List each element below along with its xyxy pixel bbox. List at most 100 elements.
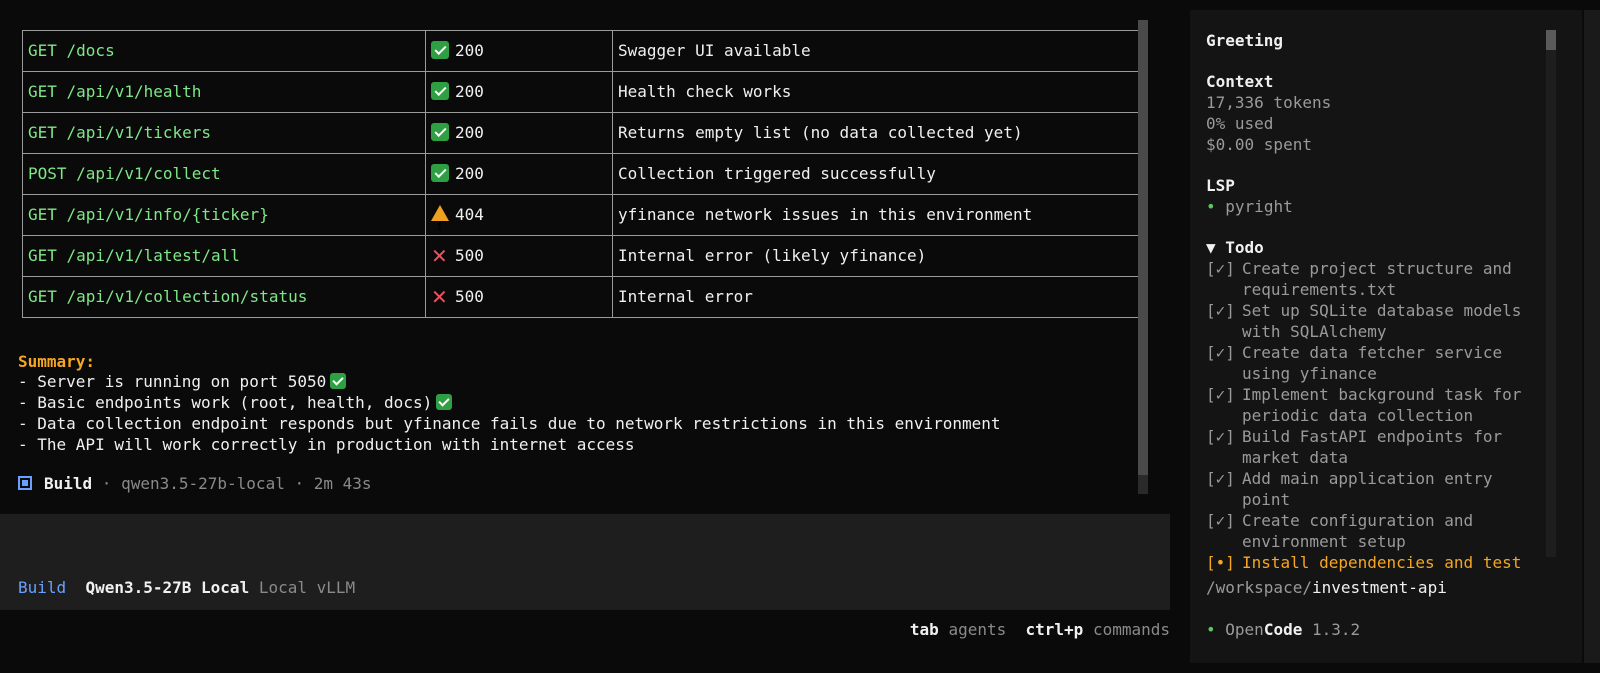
todo-item: [✓] Build FastAPI endpoints for market da… (1206, 426, 1546, 468)
status-code: 500 (455, 246, 484, 265)
agent-model-line[interactable]: Build Qwen3.5-27B Local Local vLLM (18, 578, 355, 597)
todo-checkbox: [✓] (1206, 511, 1235, 530)
status-cell: 200 (425, 112, 613, 154)
todo-item: [✓] Create data fetcher service using yfi… (1206, 342, 1546, 384)
endpoint-results-table: GET /docs 200 Swagger UI available GET /api… (22, 30, 1147, 318)
table-row: GET /api/v1/tickers 200 Returns empty list… (22, 112, 1147, 154)
table-row: GET /api/v1/info/{ticker} 404 yfinance net… (22, 194, 1147, 236)
hint-key-ctrlp: ctrl+p (1025, 620, 1084, 639)
workspace-path: /workspace/investment-api (1206, 578, 1447, 597)
status-cell: ✕ 500 (425, 276, 613, 318)
todo-text: Set up SQLite database models with SQLAl… (1242, 301, 1522, 341)
summary-line: - Server is running on port 5050 (18, 371, 1001, 392)
table-row: GET /api/v1/latest/all ✕ 500 Internal error… (22, 235, 1147, 277)
lsp-status-dot-icon: • (1206, 197, 1216, 216)
lsp-item: • pyright (1206, 197, 1293, 216)
check-icon (431, 82, 449, 100)
note-cell: Swagger UI available (612, 30, 1147, 72)
todo-text: Add main application entry point (1242, 469, 1493, 509)
todo-text: Implement background task for periodic d… (1242, 385, 1522, 425)
todo-list: [✓] Create project structure and requirem… (1206, 258, 1546, 573)
status-cell: ✕ 500 (425, 235, 613, 277)
endpoint-cell: GET /api/v1/latest/all (22, 235, 426, 277)
todo-text: Create data fetcher service using yfinan… (1242, 343, 1503, 383)
conversation-scrollbar-thumb[interactable] (1138, 20, 1148, 475)
summary-line: - Basic endpoints work (root, health, do… (18, 392, 1001, 413)
summary-line: - Data collection endpoint responds but … (18, 414, 1001, 433)
status-cell: 200 (425, 71, 613, 113)
agent-mode[interactable]: Build (18, 578, 66, 597)
todo-toggle[interactable]: ▼ Todo (1206, 237, 1546, 258)
session-sidebar: Greeting Context 17,336 tokens 0% used $… (1190, 10, 1582, 663)
todo-text: Build FastAPI endpoints for market data (1242, 427, 1503, 467)
check-icon (431, 123, 449, 141)
status-dot-icon: • (1206, 620, 1216, 639)
todo-checkbox: [✓] (1206, 427, 1235, 446)
check-emoji-icon (330, 373, 347, 389)
hint-label-commands: commands (1092, 620, 1170, 639)
warning-icon (431, 205, 449, 235)
hint-label-agents: agents (948, 620, 1007, 639)
todo-checkbox: [✓] (1206, 259, 1235, 278)
model-provider: Local vLLM (258, 578, 356, 597)
note-cell: Health check works (612, 71, 1147, 113)
check-icon (431, 164, 449, 182)
todo-checkbox: [✓] (1206, 301, 1235, 320)
model-name[interactable]: Qwen3.5-27B Local (85, 578, 249, 597)
status-code: 404 (455, 205, 484, 224)
hint-key-tab: tab (909, 620, 939, 639)
todo-checkbox: [•] (1206, 553, 1235, 572)
app-version: • OpenCode 1.3.2 (1206, 620, 1361, 639)
sidebar-scrollbar-thumb[interactable] (1546, 30, 1556, 50)
context-spent: $0.00 spent (1206, 135, 1312, 154)
check-icon (431, 41, 449, 59)
table-row: POST /api/v1/collect 200 Collection trigge… (22, 153, 1147, 195)
summary-title: Summary: (18, 352, 96, 371)
build-status-line: Build · qwen3.5-27b-local · 2m 43s (18, 474, 372, 493)
note-cell: Returns empty list (no data collected ye… (612, 112, 1147, 154)
endpoint-cell: GET /api/v1/health (22, 71, 426, 113)
todo-checkbox: [✓] (1206, 343, 1235, 362)
todo-text: Install dependencies and test (1242, 553, 1522, 572)
conversation-panel: GET /docs 200 Swagger UI available GET /api… (0, 10, 1170, 510)
endpoint-cell: GET /api/v1/tickers (22, 112, 426, 154)
note-cell: Collection triggered successfully (612, 153, 1147, 195)
cross-icon: ✕ (431, 285, 448, 309)
status-code: 200 (455, 82, 484, 101)
endpoint-cell: GET /api/v1/collection/status (22, 276, 426, 318)
table-row: GET /api/v1/collection/status ✕ 500 Interna… (22, 276, 1147, 318)
window-scrollbar[interactable] (1584, 10, 1600, 663)
todo-item: [✓] Create project structure and requirem… (1206, 258, 1546, 300)
status-code: 200 (455, 123, 484, 142)
context-tokens: 17,336 tokens (1206, 93, 1332, 112)
build-status-detail: · qwen3.5-27b-local · 2m 43s (92, 474, 372, 493)
todo-checkbox: [✓] (1206, 469, 1235, 488)
todo-item: [✓] Add main application entry point (1206, 468, 1546, 510)
summary-block: Summary: - Server is running on port 505… (18, 352, 1001, 455)
sidebar-scrollbar-track[interactable] (1546, 30, 1556, 557)
endpoint-cell: GET /docs (22, 30, 426, 72)
table-row: GET /api/v1/health 200 Health check works (22, 71, 1147, 113)
check-emoji-icon (436, 394, 453, 410)
status-cell: 200 (425, 153, 613, 195)
cross-icon: ✕ (431, 244, 448, 268)
context-used: 0% used (1206, 114, 1274, 133)
todo-checkbox: [✓] (1206, 385, 1235, 404)
keyboard-hints: tab agents ctrl+p commands (910, 620, 1170, 639)
todo-item: [•] Install dependencies and test (1206, 552, 1546, 573)
build-square-icon (18, 476, 32, 490)
note-cell: Internal error (612, 276, 1147, 318)
todo-item: [✓] Implement background task for periodi… (1206, 384, 1546, 426)
sidebar-greeting: Greeting (1206, 31, 1284, 50)
lsp-title: LSP (1206, 176, 1235, 195)
build-status-label: Build (44, 474, 93, 493)
note-cell: yfinance network issues in this environm… (612, 194, 1147, 236)
status-code: 200 (455, 41, 484, 60)
summary-line: - The API will work correctly in product… (18, 435, 635, 454)
context-title: Context (1206, 72, 1274, 91)
todo-text: Create project structure and requirement… (1242, 259, 1512, 299)
todo-text: Create configuration and environment set… (1242, 511, 1474, 551)
endpoint-cell: POST /api/v1/collect (22, 153, 426, 195)
endpoint-cell: GET /api/v1/info/{ticker} (22, 194, 426, 236)
todo-item: [✓] Set up SQLite database models with SQ… (1206, 300, 1546, 342)
